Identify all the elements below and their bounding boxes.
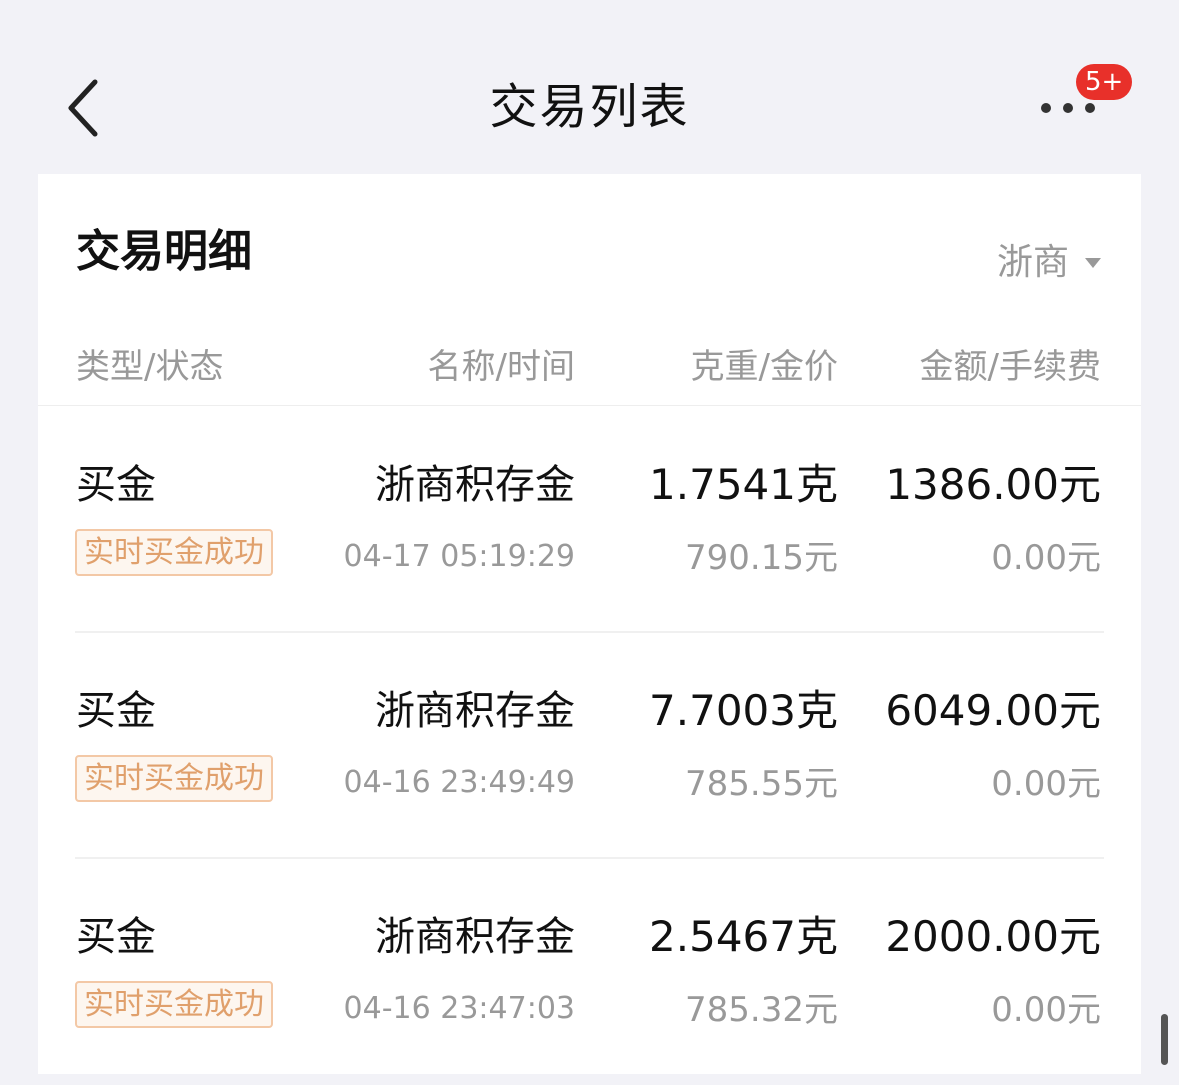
column-header-amount-fee: 金额/手续费 <box>919 347 1101 387</box>
more-dots-icon <box>1063 103 1073 113</box>
bank-filter-dropdown[interactable]: 浙商 <box>997 238 1101 288</box>
transaction-fee: 0.00元 <box>991 990 1101 1030</box>
filter-label: 浙商 <box>996 242 1069 283</box>
page-title: 交易列表 <box>489 79 690 135</box>
transaction-time: 04-16 23:49:49 <box>343 765 575 800</box>
card-title: 交易明细 <box>76 226 252 277</box>
transaction-time: 04-17 05:19:29 <box>343 539 575 574</box>
transaction-type: 买金 <box>76 688 156 734</box>
product-name: 浙商积存金 <box>375 462 575 508</box>
column-header-weight-price: 克重/金价 <box>690 347 838 387</box>
scrollbar[interactable] <box>1161 1014 1168 1065</box>
table-row[interactable]: 买金 实时买金成功 浙商积存金 04-16 23:47:03 2.5467克 7… <box>38 859 1141 1085</box>
transaction-amount: 2000.00元 <box>885 912 1101 961</box>
product-name: 浙商积存金 <box>375 688 575 734</box>
status-badge: 实时买金成功 <box>75 529 273 576</box>
column-header-name-time: 名称/时间 <box>427 347 575 387</box>
table-row[interactable]: 买金 实时买金成功 浙商积存金 04-17 05:19:29 1.7541克 7… <box>38 407 1141 633</box>
gold-weight: 1.7541克 <box>649 460 838 509</box>
table-header: 类型/状态 名称/时间 克重/金价 金额/手续费 <box>38 334 1141 406</box>
gold-price: 785.32元 <box>685 990 838 1030</box>
notification-badge: 5+ <box>1076 64 1133 100</box>
column-header-type-status: 类型/状态 <box>76 347 224 387</box>
more-dots-icon <box>1085 103 1095 113</box>
gold-weight: 7.7003克 <box>649 686 838 735</box>
gold-price: 785.55元 <box>685 764 838 804</box>
transaction-type: 买金 <box>76 462 156 508</box>
transaction-fee: 0.00元 <box>991 764 1101 804</box>
gold-weight: 2.5467克 <box>649 912 838 961</box>
transaction-time: 04-16 23:47:03 <box>343 991 575 1026</box>
transaction-fee: 0.00元 <box>991 538 1101 578</box>
caret-down-icon <box>1085 258 1101 268</box>
status-badge: 实时买金成功 <box>75 981 273 1028</box>
transaction-amount: 6049.00元 <box>885 686 1101 735</box>
status-badge: 实时买金成功 <box>75 755 273 802</box>
table-row[interactable]: 买金 实时买金成功 浙商积存金 04-16 23:49:49 7.7003克 7… <box>38 633 1141 859</box>
product-name: 浙商积存金 <box>375 914 575 960</box>
transaction-amount: 1386.00元 <box>885 460 1101 509</box>
navigation-bar: 交易列表 5+ <box>0 0 1179 174</box>
transaction-card: 交易明细 浙商 类型/状态 名称/时间 克重/金价 金额/手续费 买金 实时买金… <box>38 174 1141 1074</box>
more-dots-icon <box>1041 103 1051 113</box>
transaction-type: 买金 <box>76 914 156 960</box>
gold-price: 790.15元 <box>685 538 838 578</box>
